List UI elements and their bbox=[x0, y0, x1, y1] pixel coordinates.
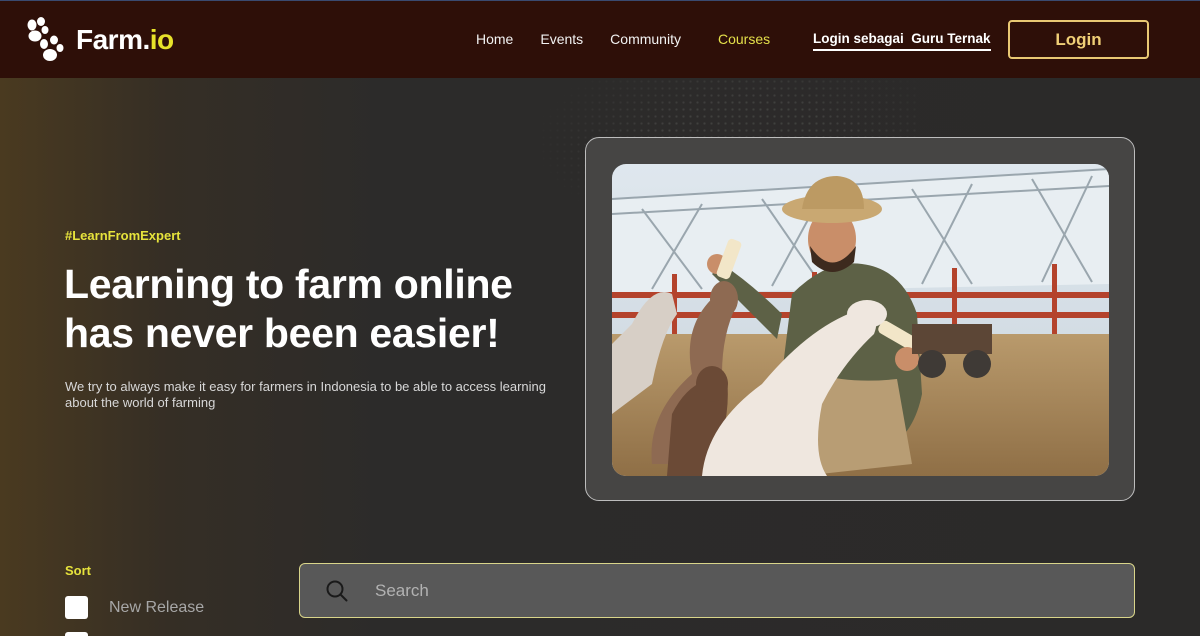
sort-option-checkbox-partial[interactable] bbox=[65, 632, 88, 636]
brand-name: Farm.io bbox=[76, 24, 174, 56]
brand-name-accent: io bbox=[149, 24, 174, 55]
main-nav: Home Events Community Courses bbox=[476, 31, 797, 47]
search-icon[interactable] bbox=[325, 579, 349, 603]
hero-image-frame bbox=[585, 137, 1135, 501]
brand-name-main: Farm. bbox=[76, 24, 150, 55]
paw-icon bbox=[27, 17, 64, 61]
sort-option-label: New Release bbox=[109, 598, 205, 616]
farmer-feeding-goats-photo bbox=[612, 164, 1109, 476]
hero-hashtag: #LearnFromExpert bbox=[65, 228, 181, 243]
sort-option-new-release[interactable]: New Release bbox=[65, 596, 204, 619]
hero-photo-illustration bbox=[612, 164, 1109, 476]
brand-logo[interactable]: Farm.io bbox=[24, 17, 174, 63]
search-input[interactable] bbox=[375, 580, 1075, 601]
login-button[interactable]: Login bbox=[1008, 20, 1149, 59]
nav-courses[interactable]: Courses bbox=[718, 31, 770, 47]
hero-headline: Learning to farm online has never been e… bbox=[64, 261, 513, 356]
hero-subtext: We try to always make it easy for farmer… bbox=[65, 379, 546, 410]
search-bar bbox=[299, 563, 1135, 618]
new-release-checkbox[interactable] bbox=[65, 596, 88, 619]
sort-label: Sort bbox=[65, 563, 91, 578]
login-as-guru-link[interactable]: Login sebagai Guru Ternak bbox=[813, 31, 991, 51]
top-navbar: Farm.io Home Events Community Courses Lo… bbox=[0, 0, 1200, 78]
hero-section: #LearnFromExpert Learning to farm online… bbox=[0, 78, 1200, 636]
nav-events[interactable]: Events bbox=[540, 31, 583, 47]
nav-home[interactable]: Home bbox=[476, 31, 513, 47]
nav-community[interactable]: Community bbox=[610, 31, 681, 47]
